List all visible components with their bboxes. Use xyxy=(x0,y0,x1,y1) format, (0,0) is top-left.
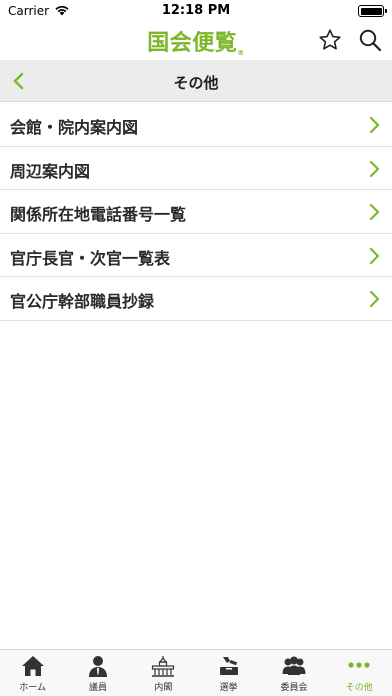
diet-building-icon xyxy=(152,656,175,677)
menu-item-phone-list[interactable]: 関係所在地電話番号一覧 xyxy=(0,190,392,234)
tab-bar: ホーム 議員 内閣 選挙 委員会 その他 xyxy=(0,649,392,696)
page-title: その他 xyxy=(173,74,219,92)
tab-label: その他 xyxy=(345,683,373,693)
menu-list: 会館・院内案内図 周辺案内図 関係所在地電話番号一覧 官庁長官・次官一覧表 官公… xyxy=(0,103,392,321)
menu-item-hall-map[interactable]: 会館・院内案内図 xyxy=(0,103,392,147)
tab-label: ホーム xyxy=(19,683,47,693)
menu-item-label: 官公庁幹部職員抄録 xyxy=(10,292,155,311)
menu-item-label: 周辺案内図 xyxy=(10,161,91,181)
tab-label: 委員会 xyxy=(280,683,308,693)
tab-other[interactable]: その他 xyxy=(327,650,392,696)
menu-item-area-map[interactable]: 周辺案内図 xyxy=(0,146,392,190)
battery-icon xyxy=(358,5,387,17)
registered-mark: ® xyxy=(237,49,245,57)
search-icon[interactable] xyxy=(358,28,382,52)
person-icon xyxy=(88,656,107,677)
menu-item-label: 官庁長官・次官一覧表 xyxy=(10,248,171,268)
app-title-text: 国会便覧 xyxy=(147,31,238,56)
home-icon xyxy=(21,656,44,676)
chevron-right-icon xyxy=(369,203,380,221)
group-icon xyxy=(282,656,306,675)
tab-home[interactable]: ホーム xyxy=(0,650,65,696)
subheader: その他 xyxy=(0,60,392,102)
menu-item-label: 会館・院内案内図 xyxy=(10,118,139,137)
tab-election[interactable]: 選挙 xyxy=(196,650,261,696)
chevron-right-icon xyxy=(369,116,380,134)
menu-item-senior-officials[interactable]: 官公庁幹部職員抄録 xyxy=(0,277,392,321)
tab-members[interactable]: 議員 xyxy=(65,650,130,696)
tab-label: 内閣 xyxy=(154,683,173,693)
chevron-right-icon xyxy=(369,160,380,177)
tab-cabinet[interactable]: 内閣 xyxy=(131,650,196,696)
ballot-box-icon xyxy=(219,657,238,675)
chevron-right-icon xyxy=(369,290,380,308)
tab-label: 選挙 xyxy=(219,683,238,693)
favorite-star-icon[interactable] xyxy=(318,28,342,52)
status-time: 12:18 PM xyxy=(161,3,231,18)
menu-item-label: 関係所在地電話番号一覧 xyxy=(10,205,187,224)
chevron-right-icon xyxy=(369,247,380,264)
status-bar: Carrier 12:18 PM xyxy=(0,0,392,22)
menu-item-vice-ministers[interactable]: 官庁長官・次官一覧表 xyxy=(0,233,392,277)
tab-label: 議員 xyxy=(88,683,107,693)
tab-committee[interactable]: 委員会 xyxy=(261,650,326,696)
more-dots-icon xyxy=(348,662,370,668)
app-header: 国会便覧® xyxy=(0,22,392,60)
